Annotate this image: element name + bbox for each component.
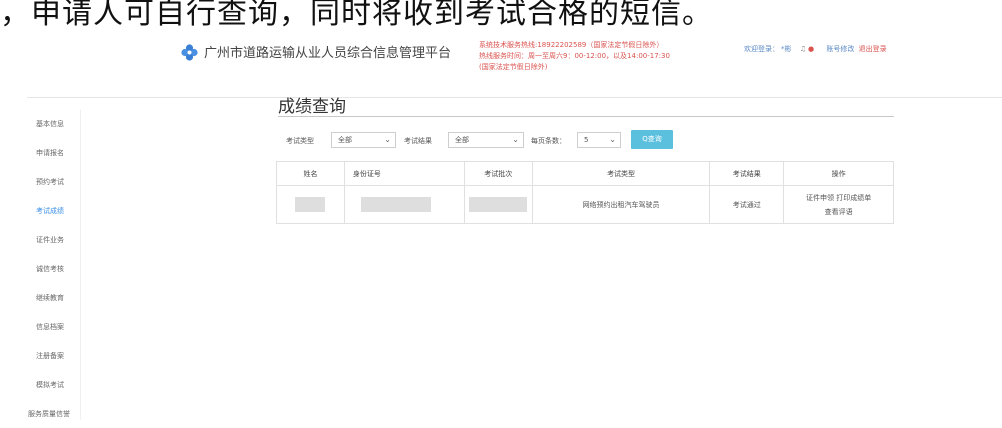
- col-name: 姓名: [276, 161, 345, 186]
- exam-result-select[interactable]: 全部 ⌄: [448, 132, 524, 148]
- site-header: 广州市道路运输从业人员综合信息管理平台 系统技术服务热线:18922202589…: [0, 36, 1002, 96]
- service-hotline: 系统技术服务热线:18922202589（国家法定节假日除外） 热线服务时间：周…: [479, 40, 729, 73]
- view-comment-link[interactable]: 查看评语: [784, 205, 893, 219]
- sidebar-item-mock-exam[interactable]: 模拟考试: [0, 371, 80, 400]
- page-title: 成绩查询: [278, 97, 346, 117]
- exam-result-label: 考试结果: [404, 137, 432, 145]
- cell-result: 考试通过: [709, 185, 785, 224]
- user-bar: 欢迎登录： *彬 ♫ ● 账号修改 退出登录: [744, 44, 887, 54]
- bell-icon[interactable]: ♫: [800, 45, 806, 53]
- chevron-down-icon: ⌄: [384, 135, 391, 144]
- sidebar-item-book-exam[interactable]: 预约考试: [0, 168, 80, 197]
- results-table: 姓名 身份证号 考试批次 考试类型 考试结果 操作 网络预约出租汽车驾驶员 考试…: [276, 161, 894, 224]
- sidebar-item-basic-info[interactable]: 基本信息: [0, 110, 80, 139]
- notification-dot-icon: ●: [808, 45, 815, 53]
- cell-id-number: [343, 185, 465, 224]
- hotline-note: (国家法定节假日除外): [479, 63, 548, 71]
- exam-type-select[interactable]: 全部 ⌄: [331, 132, 396, 148]
- redacted-block: [360, 197, 431, 212]
- sidebar-item-service-credit[interactable]: 服务质量信誉: [0, 400, 80, 428]
- sidebar-item-archive[interactable]: 信息档案: [0, 313, 80, 342]
- cell-exam-type: 网络预约出租汽车驾驶员: [531, 185, 711, 224]
- redacted-block: [295, 197, 326, 212]
- account-settings-link[interactable]: 账号修改: [826, 45, 854, 53]
- hotline-line: 系统技术服务热线:18922202589（国家法定节假日除外）: [479, 41, 664, 49]
- sidebar-item-exam-results[interactable]: 考试成绩: [0, 197, 80, 226]
- cell-name: [276, 185, 345, 224]
- header-divider: [27, 97, 1002, 98]
- col-id-number: 身份证号: [343, 161, 465, 186]
- col-result: 考试结果: [709, 161, 785, 186]
- exam-result-value: 全部: [455, 136, 469, 144]
- sidebar-item-registration[interactable]: 注册备案: [0, 342, 80, 371]
- page-size-value: 5: [584, 136, 589, 144]
- col-operation: 操作: [783, 161, 894, 186]
- chevron-down-icon: ⌄: [609, 135, 616, 144]
- sidebar-item-certificate[interactable]: 证件业务: [0, 226, 80, 255]
- page-caption: ，申请人可自行查询，同时将收到考试合格的短信。: [0, 0, 713, 31]
- sidebar: 基本信息 申请报名 预约考试 考试成绩 证件业务 诚信考核 继续教育 信息档案 …: [0, 110, 80, 428]
- exam-type-label: 考试类型: [286, 137, 314, 145]
- site-title: 广州市道路运输从业人员综合信息管理平台: [204, 46, 452, 61]
- page-size-select[interactable]: 5 ⌄: [577, 132, 621, 148]
- search-button[interactable]: Q查询: [631, 130, 673, 149]
- cert-print-links[interactable]: 证件申领 打印成绩单: [784, 191, 893, 205]
- table-row: 网络预约出租汽车驾驶员 考试通过 证件申领 打印成绩单 查看评语: [276, 185, 894, 224]
- hotline-hours: 热线服务时间：周一至周六9：00-12:00，以及14:00-17:30: [479, 52, 670, 60]
- username: *彬: [781, 45, 792, 53]
- logout-link[interactable]: 退出登录: [859, 45, 887, 53]
- col-exam-type: 考试类型: [531, 161, 711, 186]
- title-divider: [278, 116, 894, 117]
- table-header-row: 姓名 身份证号 考试批次 考试类型 考试结果 操作: [276, 161, 894, 186]
- sidebar-border: [80, 110, 81, 420]
- flower-logo-icon: [181, 44, 198, 61]
- cell-operation: 证件申领 打印成绩单 查看评语: [783, 185, 894, 224]
- sidebar-item-apply[interactable]: 申请报名: [0, 139, 80, 168]
- sidebar-item-education[interactable]: 继续教育: [0, 284, 80, 313]
- chevron-down-icon: ⌄: [512, 135, 519, 144]
- col-batch: 考试批次: [463, 161, 533, 186]
- redacted-block: [469, 197, 528, 212]
- page-size-label: 每页条数：: [531, 137, 566, 145]
- cell-batch: [463, 185, 533, 224]
- exam-type-value: 全部: [338, 136, 352, 144]
- welcome-text: 欢迎登录：: [744, 45, 779, 53]
- sidebar-item-integrity[interactable]: 诚信考核: [0, 255, 80, 284]
